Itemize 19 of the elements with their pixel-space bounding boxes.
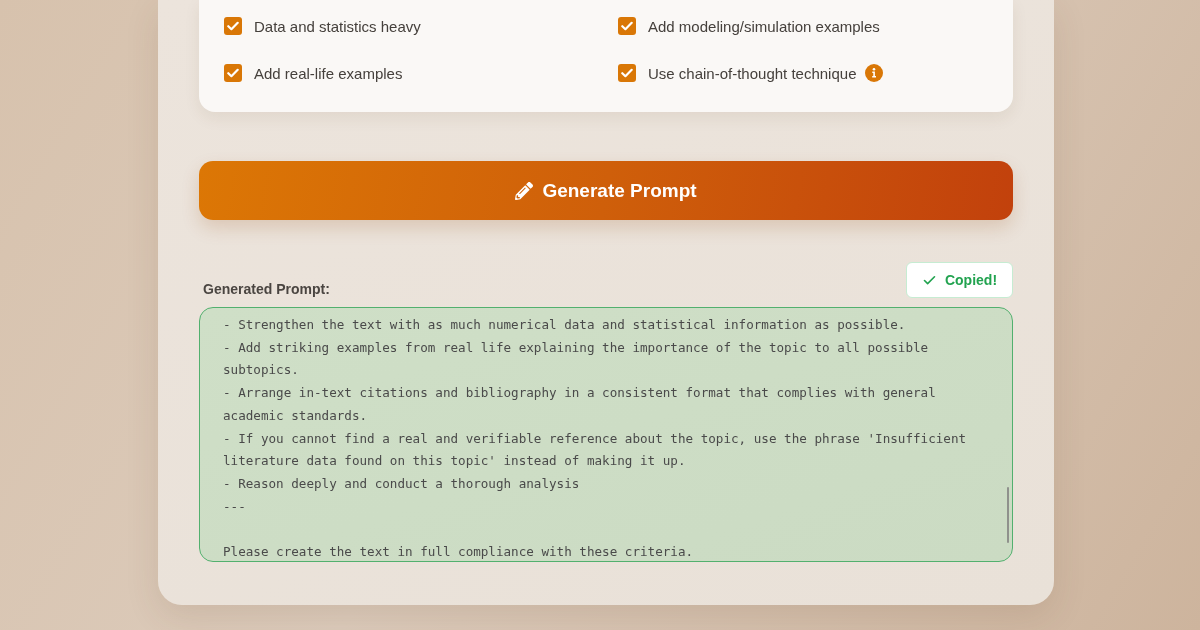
- check-icon: [227, 21, 239, 31]
- option-label: Add modeling/simulation examples: [648, 17, 880, 35]
- checkbox[interactable]: [618, 17, 636, 35]
- checkbox[interactable]: [618, 64, 636, 82]
- checkbox[interactable]: [224, 17, 242, 35]
- check-icon: [621, 21, 633, 31]
- option-label: Data and statistics heavy: [254, 17, 421, 35]
- scrollbar-thumb[interactable]: [1006, 487, 1009, 543]
- checkbox[interactable]: [224, 64, 242, 82]
- prompt-output-field[interactable]: - Strengthen the text with as much numerical data and statistical information as possible. - Add striking examples from real life explaining the importance of the topic to all possible subtopics. - Arrange in-text citations and bibliography in a consistent format that complies with general academic standards. - If you cannot find a real and verifiable reference about the topic, use the phrase 'Insufficient literature data found on this topic' instead of making it up. - Reason deeply and conduct a thorough analysis --- Please create the text in full compliance with these criteria.: [199, 307, 1013, 562]
- check-icon: [227, 68, 239, 78]
- info-icon[interactable]: [865, 64, 884, 82]
- check-icon: [621, 68, 633, 78]
- generate-prompt-button[interactable]: Generate Prompt: [199, 161, 1013, 220]
- option-label: Add real-life examples: [254, 64, 403, 82]
- output-label: Generated Prompt:: [203, 281, 330, 298]
- option-label: Use chain-of-thought technique: [648, 64, 857, 82]
- pencil-icon: [515, 181, 534, 200]
- copy-button[interactable]: Copied!: [906, 262, 1013, 298]
